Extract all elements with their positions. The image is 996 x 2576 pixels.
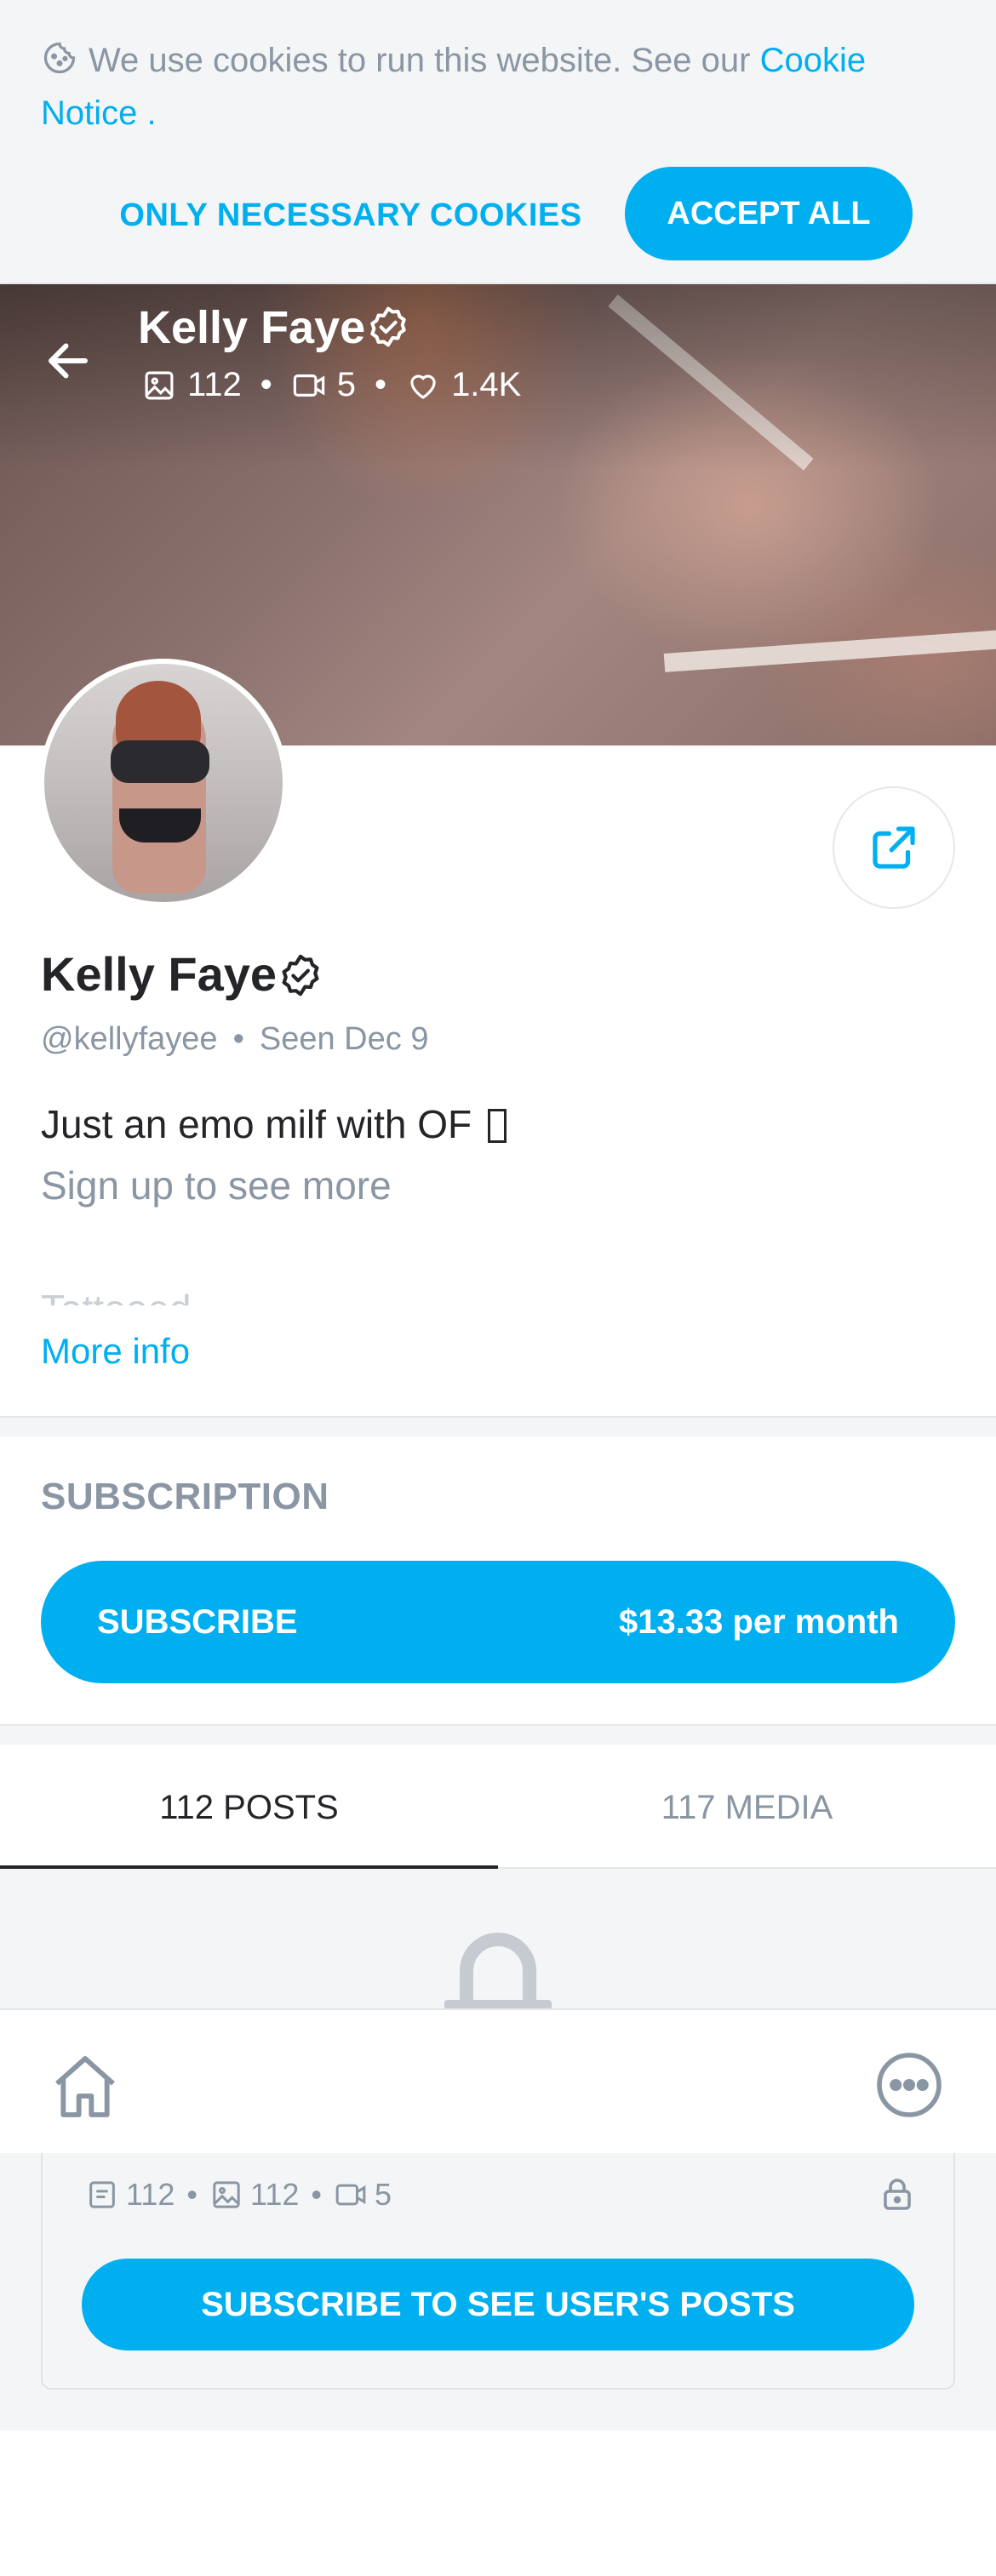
bio-text: Just an emo milf with OF bbox=[41, 1102, 472, 1146]
page-footer-space bbox=[0, 2430, 996, 2576]
tab-media[interactable]: 117 MEDIA bbox=[498, 1746, 996, 1869]
verified-icon bbox=[370, 306, 406, 347]
photo-count: 112 bbox=[187, 366, 242, 403]
separator-dot: • bbox=[186, 2177, 198, 2212]
bottom-nav bbox=[0, 2008, 996, 2153]
likes-count: 1.4K bbox=[451, 366, 522, 403]
heart-icon bbox=[410, 374, 436, 399]
home-icon[interactable] bbox=[48, 2049, 123, 2124]
share-icon bbox=[873, 826, 915, 869]
separator-dot: • bbox=[260, 366, 272, 403]
avatar[interactable] bbox=[39, 659, 288, 907]
missing-glyph bbox=[487, 1109, 507, 1143]
lock-icon bbox=[444, 1933, 552, 2013]
avatar-figure bbox=[111, 740, 209, 783]
cookie-notice-suffix: . bbox=[137, 94, 157, 132]
tab-posts[interactable]: 112 POSTS bbox=[0, 1746, 498, 1871]
last-seen: Seen Dec 9 bbox=[259, 1021, 429, 1057]
image-icon bbox=[213, 2181, 240, 2208]
username: @kellyfayee bbox=[41, 1021, 218, 1057]
locked-photo-count: 112 bbox=[250, 2177, 300, 2212]
profile-name: Kelly Faye bbox=[41, 946, 324, 1002]
section-divider bbox=[0, 1724, 996, 1745]
lock-icon bbox=[884, 2179, 911, 2210]
handle-row: @kellyfayee • Seen Dec 9 bbox=[41, 1021, 428, 1058]
video-icon bbox=[293, 374, 324, 397]
cover-stats: 112 • 5 • 1.4K bbox=[141, 366, 521, 404]
accept-all-button[interactable]: ACCEPT ALL bbox=[625, 167, 913, 260]
verified-icon bbox=[282, 954, 319, 997]
subscribe-to-see-posts-button[interactable]: SUBSCRIBE TO SEE USER'S POSTS bbox=[82, 2259, 914, 2350]
locked-stats: 112 • 112 • 5 bbox=[85, 2177, 392, 2213]
cover-name: Kelly Faye bbox=[138, 301, 411, 354]
locked-posts-card: 112 • 112 • 5 SUBSCRIBE TO SEE USER'S PO… bbox=[41, 2153, 955, 2390]
separator-dot: • bbox=[232, 1021, 244, 1057]
more-icon[interactable] bbox=[873, 2049, 945, 2121]
subscription-title: SUBSCRIPTION bbox=[41, 1476, 329, 1517]
cookie-text: We use cookies to run this website. See … bbox=[89, 42, 751, 79]
back-arrow-icon[interactable] bbox=[43, 335, 94, 386]
locked-post-count: 112 bbox=[126, 2177, 175, 2212]
cover-name-text: Kelly Faye bbox=[138, 302, 366, 353]
video-count: 5 bbox=[336, 366, 357, 403]
content-tabs: 112 POSTS 117 MEDIA bbox=[0, 1746, 996, 1871]
section-divider bbox=[0, 1416, 996, 1437]
subscribe-label: SUBSCRIBE bbox=[97, 1602, 298, 1641]
faded-bio-line: Tattooed bbox=[41, 1285, 381, 1305]
cookie-icon bbox=[43, 42, 76, 74]
image-icon bbox=[145, 371, 174, 399]
post-icon bbox=[89, 2181, 115, 2208]
locked-video-count: 5 bbox=[375, 2177, 392, 2212]
avatar-figure bbox=[119, 808, 201, 842]
cookie-notice-text: We use cookies to run this website. See … bbox=[41, 34, 960, 140]
cookie-banner: We use cookies to run this website. See … bbox=[0, 0, 996, 284]
signup-prompt: Sign up to see more bbox=[41, 1163, 392, 1208]
separator-dot: • bbox=[375, 366, 387, 403]
subscribe-price: $13.33 per month bbox=[618, 1602, 899, 1641]
bio: Just an emo milf with OF bbox=[41, 1101, 507, 1147]
profile-name-text: Kelly Faye bbox=[41, 947, 278, 1001]
separator-dot: • bbox=[311, 2177, 323, 2212]
subscribe-button[interactable]: SUBSCRIBE $13.33 per month bbox=[41, 1561, 955, 1683]
share-button[interactable] bbox=[833, 786, 955, 909]
video-icon bbox=[335, 2184, 366, 2206]
only-necessary-cookies-button[interactable]: ONLY NECESSARY COOKIES bbox=[100, 175, 601, 255]
more-info-link[interactable]: More info bbox=[41, 1331, 190, 1372]
